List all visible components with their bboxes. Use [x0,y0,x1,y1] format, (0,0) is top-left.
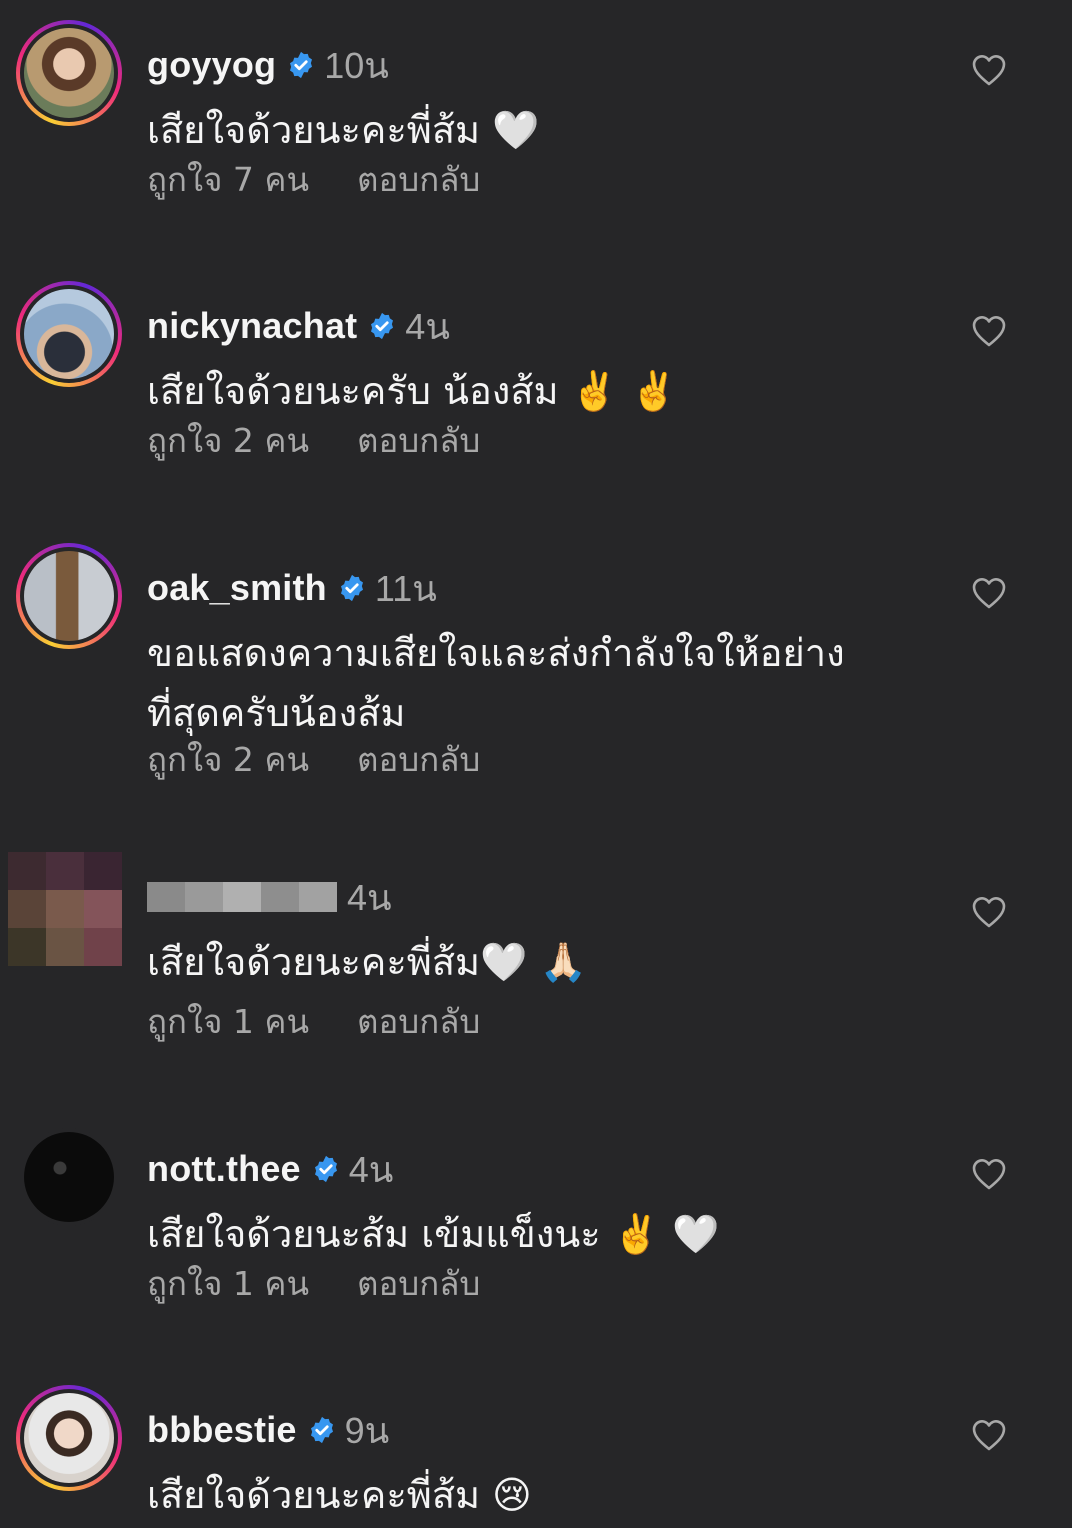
username[interactable]: goyyog [147,44,276,86]
comment-actions: ถูกใจ 1 คน ตอบกลับ [147,999,480,1043]
verified-badge-icon [371,312,394,340]
avatar-photo [24,551,114,641]
timestamp: 4น [348,1148,394,1190]
heart-outline-icon[interactable] [971,895,1007,929]
heart-outline-icon[interactable] [971,576,1007,610]
pixelated-avatar[interactable] [8,852,122,966]
verified-badge-icon [314,1155,337,1183]
comment-text: เสียใจด้วยนะคะพี่ส้ม 😢 [147,1473,532,1517]
comment-header: oak_smith 11น [147,565,437,611]
verified-badge-icon [290,51,313,79]
likes-count[interactable]: ถูกใจ 2 คน [147,733,309,786]
reply-button[interactable]: ตอบกลับ [357,995,480,1048]
comment-header: nott.thee 4น [147,1146,393,1192]
heart-outline-icon[interactable] [971,1418,1007,1452]
avatar-photo [24,1393,114,1483]
reply-button[interactable]: ตอบกลับ [357,1257,480,1310]
comment-item: oak_smith 11น ขอแสดงความเสียใจและส่งกำลั… [0,543,1072,793]
avatar[interactable] [16,1124,122,1230]
comment-actions: ถูกใจ 2 คน ตอบกลับ [147,418,480,462]
comment-item: 4น เสียใจด้วยนะคะพี่ส้ม🤍 🙏🏻 ถูกใจ 1 คน ต… [0,852,1072,1052]
comment-header: 4น [147,874,392,920]
comment-item: nickynachat 4น เสียใจด้วยนะครับ น้องส้ม … [0,281,1072,481]
comment-actions: ถูกใจ 2 คน ตอบกลับ [147,737,480,781]
verified-badge-icon [340,574,363,602]
comment-actions: ถูกใจ 7 คน ตอบกลับ [147,157,480,201]
comment-actions: ถูกใจ 1 คน ตอบกลับ [147,1261,480,1305]
likes-count[interactable]: ถูกใจ 2 คน [147,414,309,467]
comment-item: bbbestie 9น เสียใจด้วยนะคะพี่ส้ม 😢 [0,1385,1072,1528]
heart-outline-icon[interactable] [971,53,1007,87]
likes-count[interactable]: ถูกใจ 1 คน [147,995,309,1048]
avatar[interactable] [16,281,122,387]
comment-header: bbbestie 9น [147,1407,389,1453]
comment-text: เสียใจด้วยนะครับ น้องส้ม ✌️ ✌️ [147,369,678,413]
comment-text: เสียใจด้วยนะคะพี่ส้ม 🤍 [147,108,540,152]
username[interactable]: nickynachat [147,305,357,347]
verified-badge-icon [310,1416,333,1444]
avatar-photo [24,1132,114,1222]
likes-count[interactable]: ถูกใจ 7 คน [147,153,309,206]
username[interactable]: bbbestie [147,1409,297,1451]
reply-button[interactable]: ตอบกลับ [357,414,480,467]
avatar-photo [24,289,114,379]
username[interactable]: nott.thee [147,1148,301,1190]
likes-count[interactable]: ถูกใจ 1 คน [147,1257,309,1310]
timestamp: 10น [324,44,389,86]
username[interactable]: oak_smith [147,567,327,609]
timestamp: 4น [347,876,392,918]
comment-text: เสียใจด้วยนะคะพี่ส้ม🤍 🙏🏻 [147,940,587,984]
comment-text: เสียใจด้วยนะส้ม เข้มแข็งนะ ✌️ 🤍 [147,1212,720,1256]
avatar[interactable] [16,1385,122,1491]
comment-header: nickynachat 4น [147,303,450,349]
avatar[interactable] [16,20,122,126]
avatar[interactable] [16,543,122,649]
heart-outline-icon[interactable] [971,1157,1007,1191]
comment-header: goyyog 10น [147,42,389,88]
avatar-photo [24,28,114,118]
timestamp: 4น [405,305,450,347]
comment-item: goyyog 10น เสียใจด้วยนะคะพี่ส้ม 🤍 ถูกใจ … [0,20,1072,220]
timestamp: 9น [344,1409,390,1451]
heart-outline-icon[interactable] [971,314,1007,348]
comment-text: ขอแสดงความเสียใจและส่งกำลังใจให้อย่างที่… [147,631,845,735]
timestamp: 11น [374,567,437,609]
redacted-username [147,882,337,912]
comment-item: nott.thee 4น เสียใจด้วยนะส้ม เข้มแข็งนะ … [0,1124,1072,1324]
reply-button[interactable]: ตอบกลับ [357,733,480,786]
reply-button[interactable]: ตอบกลับ [357,153,480,206]
